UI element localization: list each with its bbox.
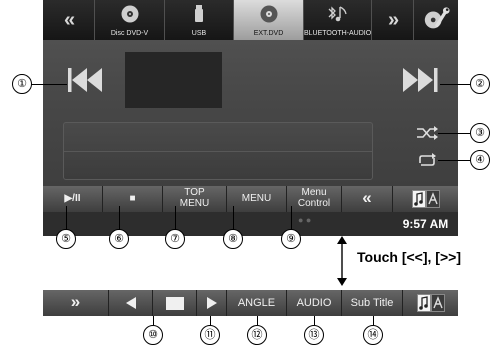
leader-line [153, 316, 155, 325]
audio-visual-toggle-button[interactable] [393, 186, 458, 212]
callout-3: ③ [470, 123, 490, 143]
leader-line [175, 206, 177, 230]
callout-14: ⑭ [363, 325, 383, 345]
leader-line [257, 316, 259, 325]
leader-line [66, 206, 68, 230]
leader-line [31, 84, 67, 86]
double-arrow-icon [337, 236, 347, 286]
leader-line [210, 316, 212, 325]
source-bluetooth-audio-button[interactable]: BLUETOOTH-AUDIO [304, 0, 372, 40]
usb-icon [195, 5, 203, 22]
callout-6: ⑥ [109, 229, 129, 249]
subtitle-button[interactable]: Sub Title [342, 290, 403, 316]
source-scroll-right-button[interactable]: » [372, 0, 414, 40]
source-ext-dvd-button[interactable]: EXT.DVD [234, 0, 304, 40]
top-menu-button[interactable]: TOP MENU [163, 186, 227, 212]
clock: 9:57 AM [402, 217, 449, 231]
play-pause-button[interactable]: ▶/II [43, 186, 103, 212]
shuffle-button[interactable] [416, 125, 438, 141]
callout-9: ⑨ [281, 229, 301, 249]
next-chapter-button[interactable] [197, 290, 227, 316]
video-thumbnail [125, 52, 222, 108]
menu-control-button[interactable]: Menu Control [287, 186, 342, 212]
source-bar: « Disc DVD-V USB EXT.DVD BLUETOOTH-AUDIO… [43, 0, 458, 40]
audio-button[interactable]: AUDIO [287, 290, 342, 316]
callout-5: ⑤ [56, 229, 76, 249]
triangle-right-icon [207, 297, 217, 309]
callout-2: ② [470, 74, 490, 94]
menu-control-label-line2: Control [297, 198, 331, 209]
music-video-icon [412, 190, 440, 208]
previous-chapter-button[interactable] [109, 290, 153, 316]
leader-line [233, 206, 235, 230]
toggle-control-bar-button[interactable]: » [43, 290, 109, 316]
track-info-panel [63, 122, 373, 180]
stop-button[interactable]: ■ [103, 186, 163, 212]
toggle-control-bar-button[interactable]: « [342, 186, 393, 212]
disc-icon [121, 5, 138, 23]
skip-next-icon [403, 68, 438, 92]
leader-line [373, 316, 375, 325]
leader-line [438, 133, 470, 135]
angle-button[interactable]: ANGLE [227, 290, 287, 316]
alternate-control-bar: » ANGLE AUDIO Sub Title [43, 290, 458, 316]
callout-8: ⑧ [223, 229, 243, 249]
folder-button[interactable] [153, 290, 197, 316]
control-bar: ▶/II ■ TOP MENU MENU Menu Control « ● ● … [43, 186, 458, 236]
leader-line [438, 160, 470, 162]
top-menu-label-line2: MENU [179, 198, 210, 209]
callout-1: ① [12, 74, 32, 94]
next-track-button[interactable] [398, 60, 442, 100]
disc-wrench-icon [424, 7, 450, 29]
bluetooth-audio-icon [328, 6, 347, 22]
source-scroll-left-button[interactable]: « [43, 0, 95, 40]
leader-line [119, 206, 121, 230]
audio-visual-toggle-button[interactable] [403, 290, 458, 316]
previous-track-button[interactable] [65, 60, 109, 100]
callout-7: ⑦ [165, 229, 185, 249]
page-indicator: ● ● [298, 215, 312, 225]
music-video-icon [417, 294, 445, 312]
shuffle-icon [417, 126, 438, 140]
repeat-button[interactable] [416, 152, 438, 168]
repeat-icon [419, 153, 436, 166]
leader-line [440, 84, 470, 86]
touch-instruction: Touch [<<], [>>] [357, 249, 461, 265]
leader-line [314, 316, 316, 325]
callout-10: ⑩ [143, 325, 163, 345]
folder-icon [166, 297, 184, 310]
leader-line [291, 206, 293, 230]
callout-12: ⑫ [247, 325, 267, 345]
menu-button[interactable]: MENU [227, 186, 287, 212]
source-disc-dvd-button[interactable]: Disc DVD-V [95, 0, 165, 40]
setup-button[interactable] [414, 0, 458, 40]
disc-icon [260, 5, 277, 23]
divider [64, 151, 372, 152]
source-usb-button[interactable]: USB [165, 0, 234, 40]
menu-control-label-line1: Menu [301, 187, 327, 198]
main-screen: « Disc DVD-V USB EXT.DVD BLUETOOTH-AUDIO… [43, 0, 458, 236]
triangle-left-icon [126, 297, 136, 309]
top-menu-label-line1: TOP [184, 187, 205, 198]
skip-previous-icon [68, 68, 102, 92]
callout-11: ⑪ [200, 325, 220, 345]
callout-4: ④ [470, 150, 490, 170]
callout-13: ⑬ [304, 325, 324, 345]
